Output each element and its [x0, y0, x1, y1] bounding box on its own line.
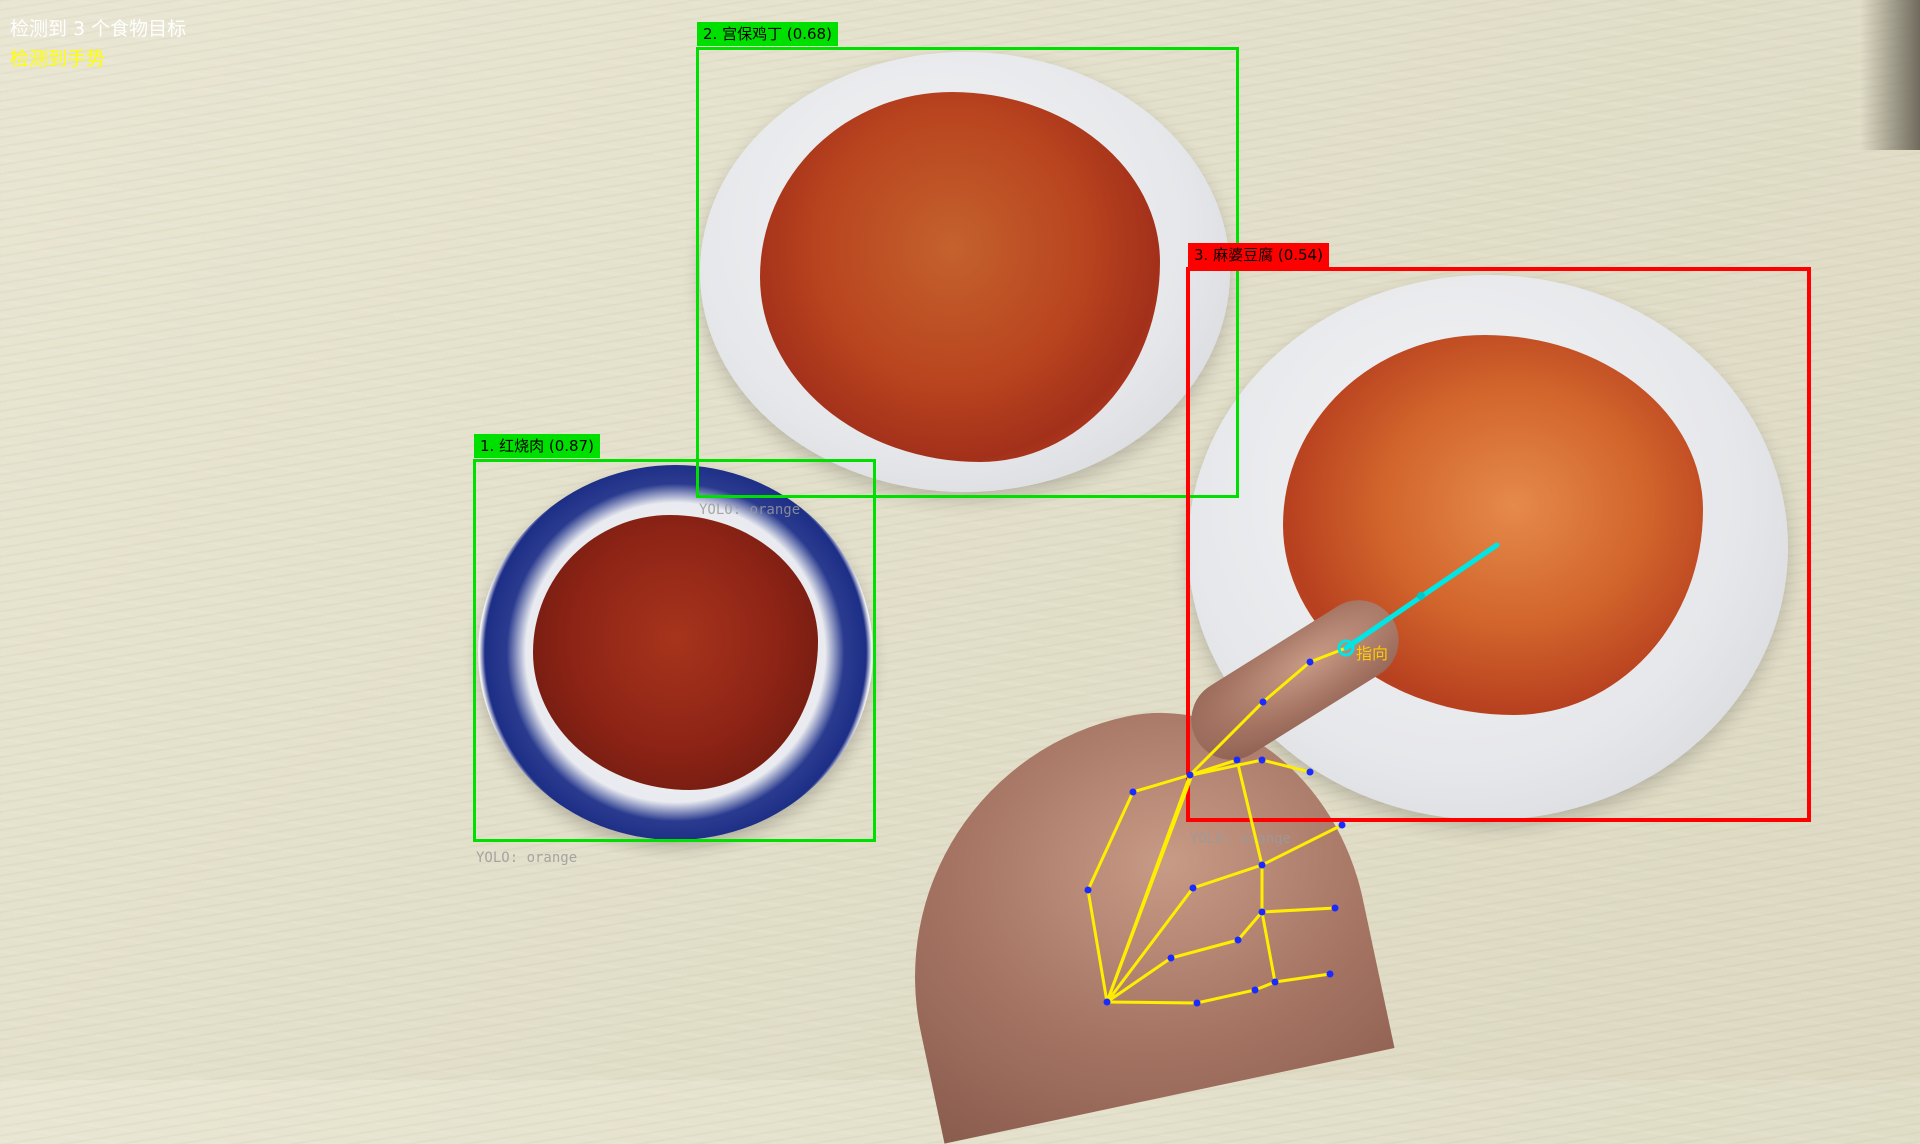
joint — [1258, 861, 1266, 869]
joint — [1306, 768, 1314, 776]
joint — [1306, 658, 1314, 666]
joint — [1233, 756, 1241, 764]
skeleton-middle-finger — [1105, 758, 1312, 1004]
joint — [1084, 886, 1092, 894]
joint — [1193, 999, 1201, 1007]
joint — [1326, 970, 1334, 978]
joint — [1186, 771, 1194, 779]
skeleton-wrist-link — [1105, 773, 1192, 1004]
joint — [1189, 884, 1197, 892]
joint — [1167, 954, 1175, 962]
skeleton-palm-outline — [1105, 823, 1344, 1004]
joint — [1259, 698, 1267, 706]
joint — [1234, 936, 1242, 944]
ray-midpoint-dot — [1417, 592, 1425, 600]
joint — [1338, 821, 1346, 829]
joint — [1251, 986, 1259, 994]
gesture-label: 指向 — [1356, 644, 1388, 663]
joint-wrist — [1103, 998, 1111, 1006]
hand-skeleton — [1086, 646, 1348, 1005]
joint — [1258, 756, 1266, 764]
joint — [1129, 788, 1137, 796]
hand-tracking-overlay: 指向 — [1084, 542, 1500, 1007]
joint — [1258, 908, 1266, 916]
joint — [1331, 904, 1339, 912]
skeleton-index-finger — [1188, 646, 1348, 777]
joint — [1271, 978, 1279, 986]
